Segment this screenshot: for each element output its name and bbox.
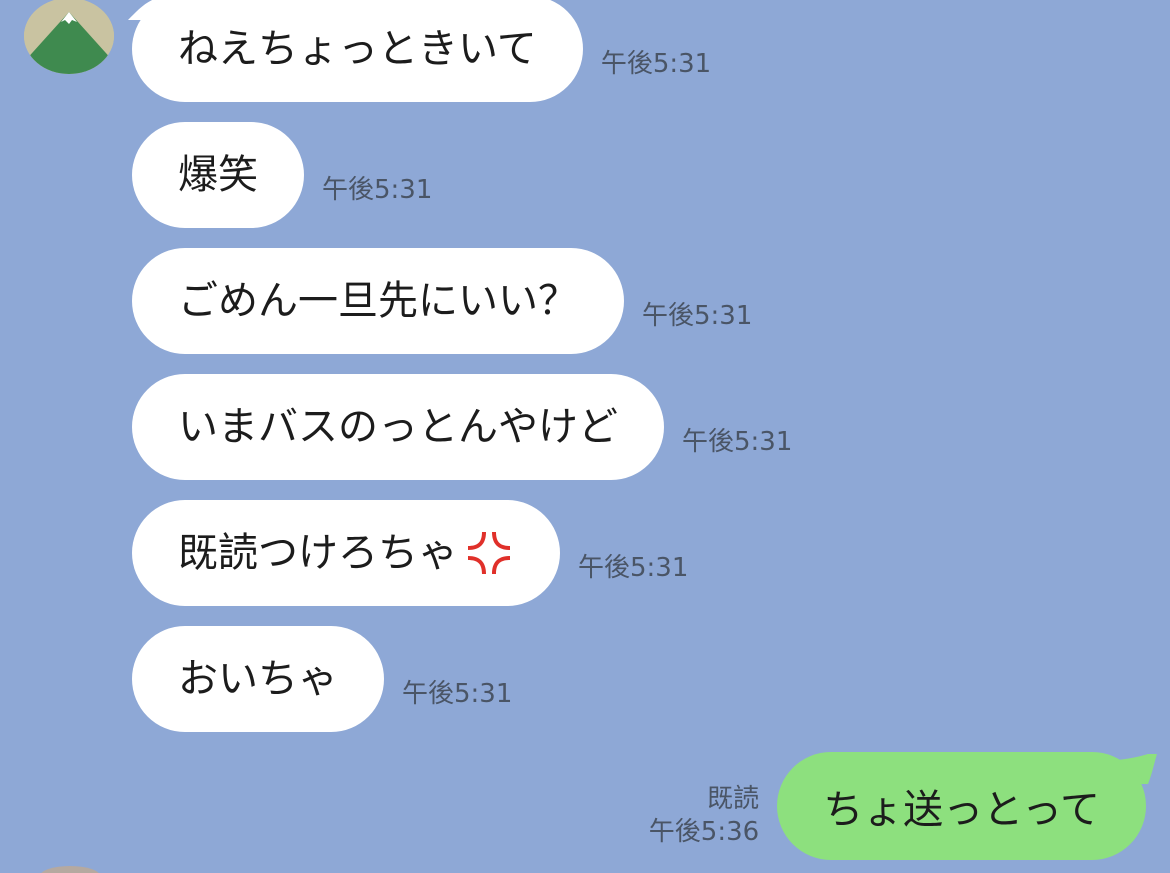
anger-symbol-icon xyxy=(464,528,514,578)
message-row: 爆笑 午後5:31 xyxy=(132,122,432,228)
mountain-avatar-icon xyxy=(24,0,114,74)
message-text: 既読つけろちゃ xyxy=(178,530,458,576)
message-bubble[interactable]: いまバスのっとんやけど xyxy=(132,374,664,480)
message-time: 午後5:31 xyxy=(600,49,712,79)
message-time: 午後5:36 xyxy=(648,816,760,847)
message-bubble[interactable]: ごめん一旦先にいい？ xyxy=(132,248,624,354)
message-row: 既読つけろちゃ 午後5:31 xyxy=(132,500,688,606)
message-text: おいちゃ xyxy=(178,656,338,702)
message-text: いまバスのっとんやけど xyxy=(178,404,618,450)
outgoing-message-bubble[interactable]: ちょ送っとって xyxy=(777,752,1157,860)
message-bubble[interactable]: 爆笑 xyxy=(132,122,304,228)
message-time: 午後5:31 xyxy=(322,175,433,205)
message-row: おいちゃ 午後5:31 xyxy=(132,626,512,732)
message-bubble[interactable]: 既読つけろちゃ xyxy=(132,500,560,606)
message-text: ごめん一旦先にいい？ xyxy=(178,278,578,324)
message-row: いまバスのっとんやけど 午後5:31 xyxy=(132,374,792,480)
message-time: 午後5:31 xyxy=(682,427,793,457)
message-bubble[interactable]: おいちゃ xyxy=(132,626,384,732)
message-text: ねえちょっときいて xyxy=(178,26,537,72)
outgoing-message-row: 既読 午後5:36 ちょ送っとって xyxy=(649,752,1157,860)
message-row: ごめん一旦先にいい？ 午後5:31 xyxy=(132,248,752,354)
outgoing-meta: 既読 午後5:36 xyxy=(649,783,759,848)
message-time: 午後5:31 xyxy=(402,679,513,709)
message-row: ねえちょっときいて 午後5:31 xyxy=(132,0,711,102)
read-receipt: 既読 xyxy=(707,784,760,814)
next-avatar-peek xyxy=(40,866,100,873)
message-text: ちょ送っとって xyxy=(823,787,1100,833)
bubble-tail xyxy=(1118,754,1157,784)
message-bubble[interactable]: ねえちょっときいて xyxy=(132,0,583,102)
message-time: 午後5:31 xyxy=(578,553,689,583)
message-time: 午後5:31 xyxy=(642,301,753,331)
chat-view: ねえちょっときいて 午後5:31 爆笑 午後5:31 ごめん一旦先にいい？ 午後… xyxy=(0,0,1170,873)
contact-avatar[interactable] xyxy=(24,0,114,74)
message-text: 爆笑 xyxy=(178,152,258,198)
